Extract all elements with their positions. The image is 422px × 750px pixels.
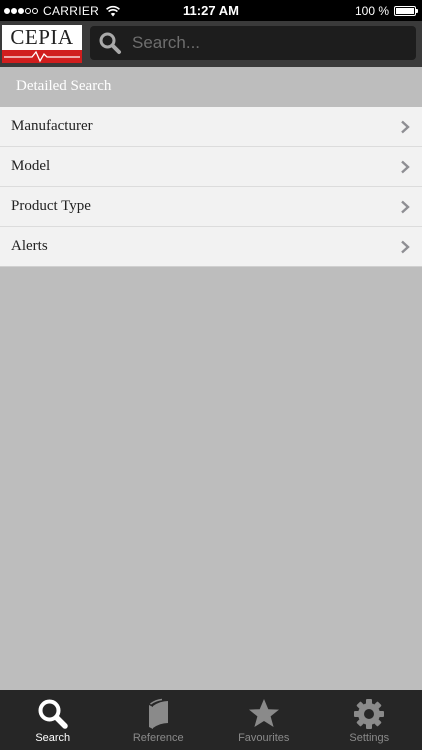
book-icon [149, 698, 169, 729]
tab-label: Favourites [238, 732, 290, 744]
logo-text: CEPIA [10, 25, 74, 49]
tab-favourites[interactable]: Favourites [211, 690, 317, 750]
star-icon [248, 699, 279, 727]
list-item-model[interactable]: Model [0, 147, 422, 187]
chevron-right-icon [401, 240, 410, 253]
cepia-logo: CEPIA [2, 25, 82, 63]
list-item-label: Manufacturer [11, 118, 93, 134]
search-icon [99, 32, 121, 54]
list-item-label: Alerts [11, 238, 48, 254]
tab-reference[interactable]: Reference [106, 690, 212, 750]
tab-label: Reference [132, 732, 184, 744]
list-item-product-type[interactable]: Product Type [0, 187, 422, 227]
battery-icon [394, 5, 418, 16]
battery-level-fill [396, 7, 414, 14]
logo-heartbeat-band [2, 50, 82, 63]
section-title: Detailed Search [0, 67, 422, 107]
list-item-label: Model [11, 158, 51, 174]
app-header: CEPIA [0, 21, 422, 67]
status-bar: CARRIER 11:27 AM 100 % [0, 0, 422, 21]
battery-percentage: 100 % [354, 3, 389, 18]
tab-label: Settings [349, 732, 390, 744]
tab-label: Search [35, 732, 71, 744]
chevron-right-icon [401, 200, 410, 213]
search-icon [38, 699, 68, 729]
search-bar[interactable] [90, 26, 416, 60]
tab-bar: Search Reference Favourites Settings [0, 690, 422, 750]
gear-icon [354, 699, 385, 729]
tab-settings[interactable]: Settings [317, 690, 422, 750]
heartbeat-line-icon [4, 50, 80, 63]
detailed-search-list: Manufacturer Model Product Type Alerts [0, 107, 422, 267]
list-item-label: Product Type [11, 198, 91, 214]
tab-search[interactable]: Search [0, 690, 106, 750]
chevron-right-icon [401, 160, 410, 173]
list-item-alerts[interactable]: Alerts [0, 227, 422, 267]
list-item-manufacturer[interactable]: Manufacturer [0, 107, 422, 147]
chevron-right-icon [401, 120, 410, 133]
search-input[interactable] [132, 26, 402, 60]
